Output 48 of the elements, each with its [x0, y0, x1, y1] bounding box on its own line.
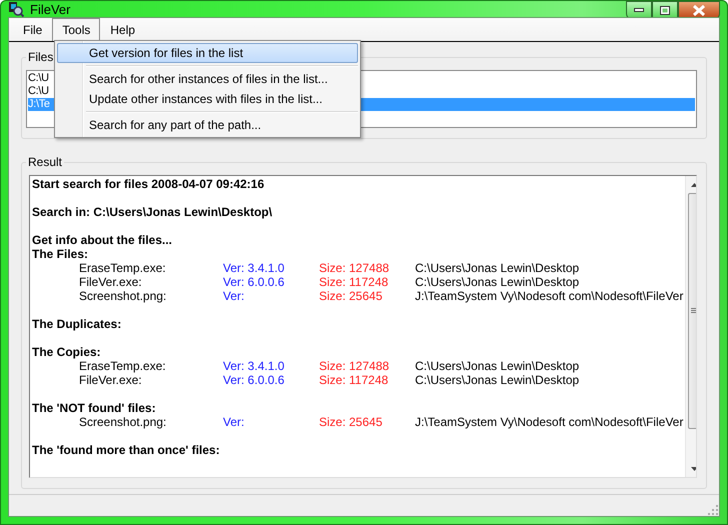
file-version: Ver: — [223, 289, 244, 303]
menu-bar-item[interactable]: Help — [100, 18, 146, 41]
file-path: C:\Users\Jonas Lewin\Desktop — [415, 359, 580, 373]
close-icon — [692, 4, 706, 16]
file-path: J:\TeamSystem Vy\Nodesoft com\Nodesoft\FileVer — [415, 289, 684, 303]
file-size: Size: 117248 — [319, 373, 388, 387]
file-size: Size: 127488 — [319, 359, 390, 373]
menu-bar-item[interactable]: Tools — [52, 18, 100, 41]
file-version: Ver: 3.4.1.0 — [223, 359, 284, 373]
file-name: FileVer.exe: — [79, 275, 142, 289]
minimize-icon — [634, 8, 644, 12]
file-name: FileVer.exe: — [79, 373, 142, 387]
menu-item[interactable]: Search for other instances of files in the list... — [57, 69, 358, 89]
file-version: Ver: 3.4.1.0 — [223, 261, 284, 275]
result-heading: Search in: C:\Users\Jonas Lewin\Desktop\ — [32, 205, 272, 219]
result-heading: Start search for files 2008-04-07 09:42:16 — [32, 177, 264, 191]
file-path: J:\Te — [28, 98, 50, 111]
maximize-icon — [660, 6, 670, 14]
file-path: J:\TeamSystem Vy\Nodesoft com\Nodesoft\FileVer — [415, 415, 684, 429]
scroll-up-icon[interactable] — [691, 182, 696, 186]
group-title: Files — [26, 50, 56, 64]
result-heading: The Duplicates: — [32, 317, 122, 331]
file-name: Screenshot.png: — [79, 289, 166, 303]
file-name: EraseTemp.exe: — [79, 261, 166, 275]
menu-item[interactable]: Get version for files in the list — [57, 43, 358, 63]
menu-bar-item[interactable]: File — [13, 18, 52, 41]
result-heading: Get info about the files... — [32, 233, 172, 247]
result-heading: The Files: — [32, 247, 88, 261]
file-path: C:\Users\Jonas Lewin\Desktop — [415, 275, 580, 289]
file-size: Size: 127488 — [319, 261, 390, 275]
file-version: Ver: 6.0.0.6 — [223, 373, 284, 387]
file-name: Screenshot.png: — [79, 415, 166, 429]
file-size: Size: 117248 — [319, 275, 388, 289]
result-heading: The 'found more than once' files: — [32, 443, 220, 457]
file-path: C:\Users\Jonas Lewin\Desktop — [415, 373, 580, 387]
file-path: C:\U — [28, 85, 49, 98]
group-title: Result — [26, 155, 64, 169]
scroll-down-icon[interactable] — [691, 466, 696, 470]
file-size: Size: 25645 — [319, 415, 382, 429]
result-heading: The 'NOT found' files: — [32, 401, 156, 415]
file-path: C:\Users\Jonas Lewin\Desktop — [415, 261, 580, 275]
file-size: Size: 25645 — [319, 289, 382, 303]
result-heading: The Copies: — [32, 345, 101, 359]
resize-grip-icon[interactable] — [708, 505, 719, 516]
file-name: EraseTemp.exe: — [79, 359, 166, 373]
file-version: Ver: 6.0.0.6 — [223, 275, 284, 289]
window-title: FileVer — [30, 2, 70, 16]
file-version: Ver: — [223, 415, 244, 429]
